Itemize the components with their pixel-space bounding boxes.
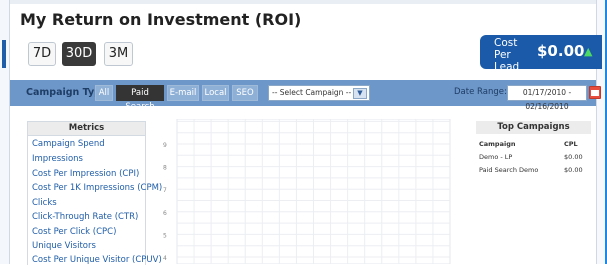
chart-y-tick-label: 4 bbox=[163, 255, 167, 262]
top-campaigns-header: Top Campaigns bbox=[476, 121, 591, 134]
metrics-header: Metrics bbox=[28, 122, 145, 136]
metric-impressions[interactable]: Impressions bbox=[32, 154, 83, 164]
top-campaigns-col-cpl: CPL bbox=[564, 140, 578, 148]
cost-per-lead-box: Cost Per Lead $0.00 ▲ bbox=[480, 35, 602, 69]
page-title: My Return on Investment (ROI) bbox=[20, 10, 302, 29]
chart-y-tick-label: 5 bbox=[163, 232, 167, 239]
campaign-select[interactable]: -- Select Campaign -- ▼ bbox=[268, 85, 370, 101]
range-button-3m[interactable]: 3M bbox=[104, 42, 133, 66]
top-campaign-row-cpl: $0.00 bbox=[564, 166, 583, 174]
chart-y-tick-label: 8 bbox=[163, 165, 167, 172]
top-strip bbox=[10, 0, 596, 4]
top-campaign-row-name[interactable]: Paid Search Demo bbox=[479, 166, 538, 174]
tab-seo[interactable]: SEO bbox=[232, 85, 258, 101]
chart-y-ticks: 9 8 7 6 5 4 bbox=[163, 142, 167, 262]
campaign-filter-bar: Campaign Type: All Paid Search E-mail Lo… bbox=[10, 80, 601, 112]
range-button-30d[interactable]: 30D bbox=[62, 42, 96, 66]
top-campaigns-col-campaign: Campaign bbox=[479, 140, 516, 148]
metric-ctr[interactable]: Click-Through Rate (CTR) bbox=[32, 212, 138, 222]
chart-y-tick-label: 9 bbox=[163, 142, 167, 149]
metric-campaign-spend[interactable]: Campaign Spend bbox=[32, 139, 105, 149]
range-button-7d[interactable]: 7D bbox=[28, 42, 56, 66]
cost-per-lead-value: $0.00 bbox=[537, 42, 585, 60]
top-campaign-row-cpl: $0.00 bbox=[564, 153, 583, 161]
left-frame-border bbox=[0, 0, 10, 264]
campaign-select-value: -- Select Campaign -- bbox=[272, 88, 352, 97]
chart-y-tick-label: 7 bbox=[163, 187, 167, 194]
metrics-panel: Metrics Campaign Spend Impressions Cost … bbox=[27, 121, 162, 265]
cost-per-lead-label: Cost Per Lead bbox=[494, 37, 520, 69]
metric-chart: 9 8 7 6 5 4 bbox=[163, 119, 451, 264]
left-frame-marker bbox=[2, 40, 6, 68]
tab-all[interactable]: All bbox=[95, 85, 113, 101]
metric-cpm[interactable]: Cost Per 1K Impressions (CPM) bbox=[32, 183, 162, 193]
date-range-input[interactable]: 01/17/2010 - 02/16/2010 bbox=[507, 85, 587, 111]
metric-unique-visitors[interactable]: Unique Visitors bbox=[32, 241, 96, 251]
chart-gridlines bbox=[176, 119, 451, 264]
metric-clicks[interactable]: Clicks bbox=[32, 198, 57, 208]
tab-email[interactable]: E-mail bbox=[167, 85, 199, 101]
tab-local[interactable]: Local bbox=[202, 85, 229, 101]
metric-cpi[interactable]: Cost Per Impression (CPI) bbox=[32, 169, 139, 179]
date-range-label: Date Range: bbox=[454, 87, 507, 97]
top-campaign-row-name[interactable]: Demo - LP bbox=[479, 153, 512, 161]
trend-up-icon: ▲ bbox=[584, 45, 593, 58]
calendar-icon[interactable] bbox=[589, 86, 601, 99]
chevron-down-icon[interactable]: ▼ bbox=[353, 88, 367, 99]
metric-cpc[interactable]: Cost Per Click (CPC) bbox=[32, 227, 116, 237]
chart-y-tick-label: 6 bbox=[163, 210, 167, 217]
tab-paid-search[interactable]: Paid Search bbox=[116, 85, 164, 112]
